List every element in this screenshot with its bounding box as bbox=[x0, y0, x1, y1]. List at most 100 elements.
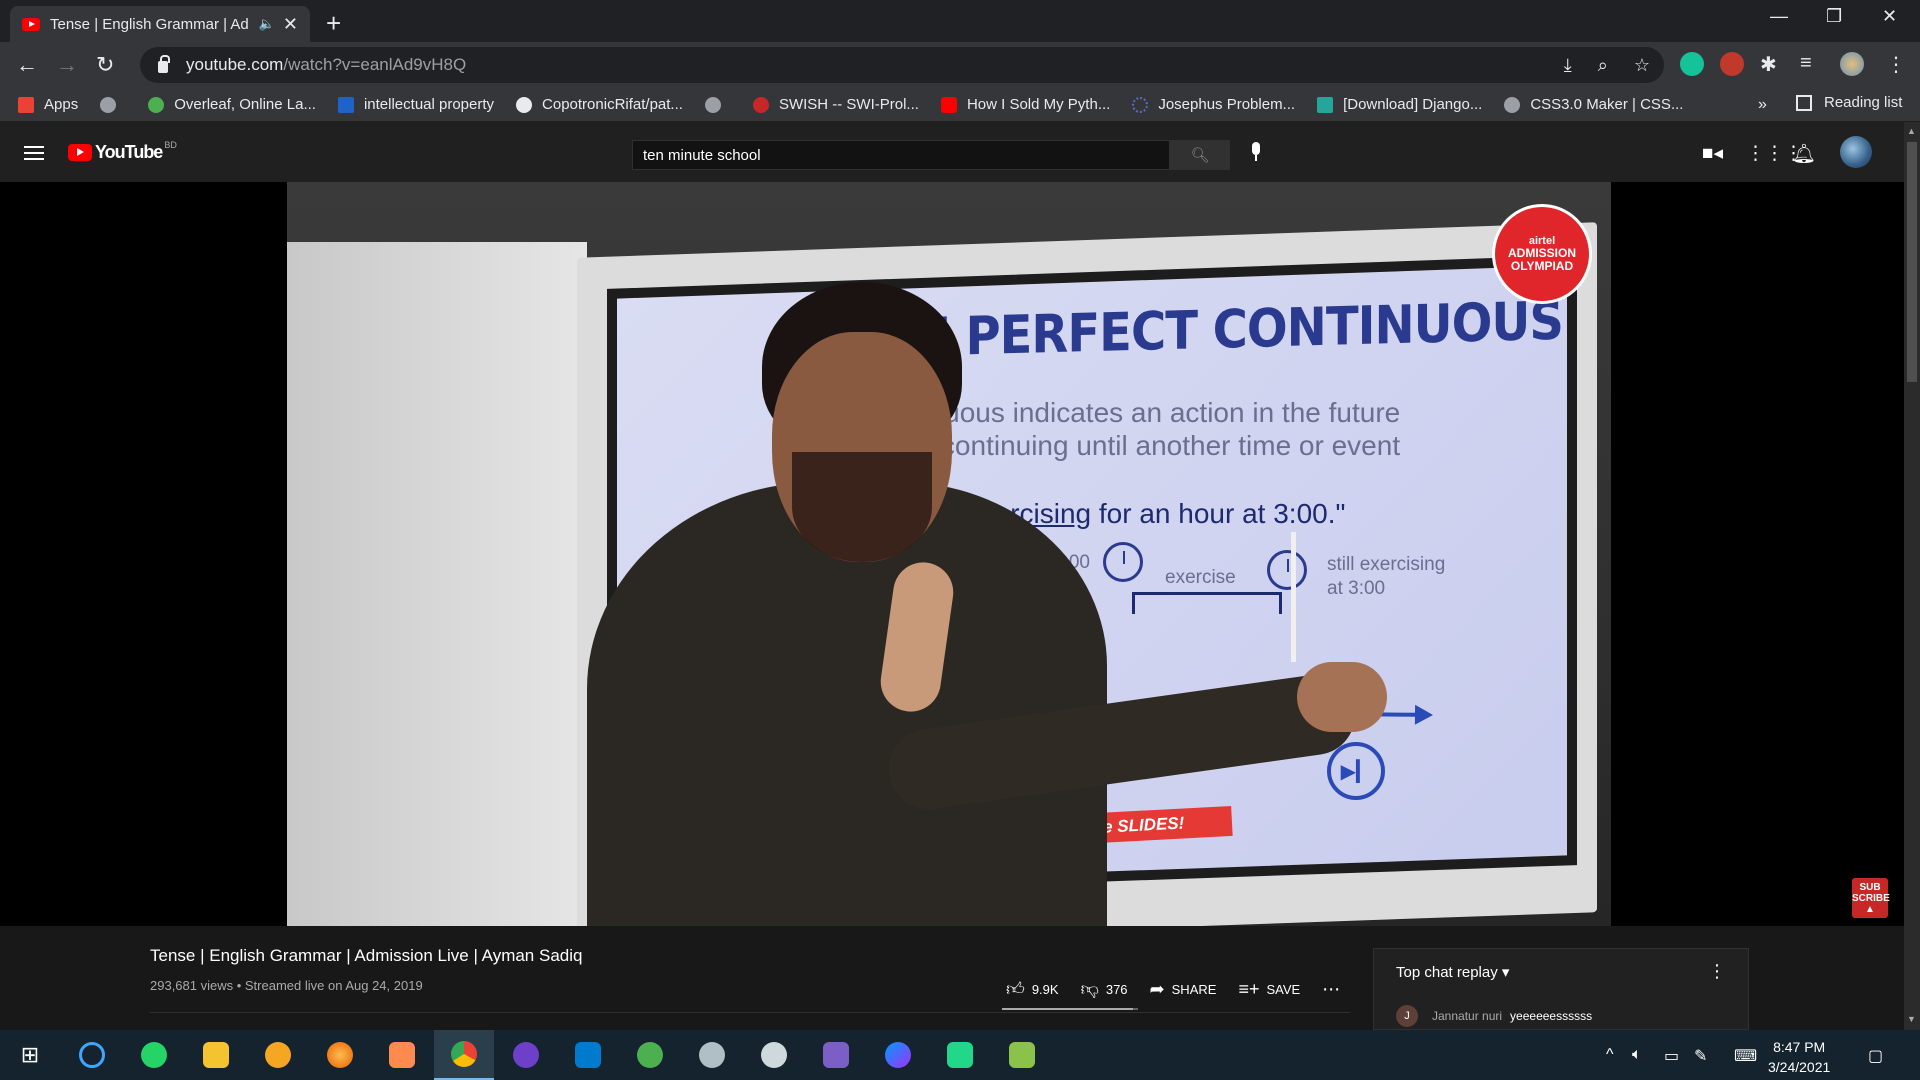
scroll-up-icon[interactable]: ▲ bbox=[1907, 126, 1916, 136]
taskbar-app[interactable] bbox=[186, 1030, 246, 1080]
browser-tab-active[interactable]: Tense | English Grammar | Ad 🔈 ✕ bbox=[10, 6, 310, 42]
close-tab-icon[interactable]: ✕ bbox=[283, 14, 298, 35]
scroll-down-icon[interactable]: ▼ bbox=[1907, 1014, 1916, 1024]
messenger-icon bbox=[885, 1042, 911, 1068]
pen-icon[interactable]: ✎ bbox=[1694, 1046, 1707, 1066]
account-avatar[interactable] bbox=[1840, 136, 1872, 168]
apps-grid-icon bbox=[18, 96, 34, 113]
hamburger-menu-icon[interactable] bbox=[24, 146, 44, 160]
dislike-button[interactable]: 👎︎ 376 bbox=[1081, 978, 1128, 1000]
window-close-icon[interactable]: ✕ bbox=[1882, 6, 1897, 27]
taskbar-app[interactable] bbox=[124, 1030, 184, 1080]
chrome-menu-icon[interactable]: ⋮ bbox=[1886, 52, 1906, 77]
bookmark-label: CSS3.0 Maker | CSS... bbox=[1530, 96, 1684, 113]
clock-icon bbox=[1103, 542, 1143, 582]
app-icon bbox=[1009, 1042, 1035, 1068]
extensions-puzzle-icon[interactable]: ✱ bbox=[1760, 52, 1777, 77]
bookmark-star-icon[interactable]: ☆ bbox=[1634, 55, 1650, 76]
profile-avatar[interactable] bbox=[1840, 52, 1864, 76]
voice-search-icon[interactable] bbox=[1244, 142, 1268, 168]
create-video-icon[interactable]: ■◂ bbox=[1702, 142, 1723, 165]
search-input[interactable]: ten minute school bbox=[632, 140, 1170, 170]
pointer-pen bbox=[1291, 532, 1296, 662]
taskbar-app[interactable] bbox=[248, 1030, 308, 1080]
back-icon[interactable]: ← bbox=[16, 52, 38, 78]
bookmark-ip[interactable]: intellectual property bbox=[337, 96, 494, 113]
bookmark-josephus[interactable]: Josephus Problem... bbox=[1132, 96, 1295, 113]
bell-icon: ▲ bbox=[1865, 904, 1875, 915]
grammarly-extension-icon[interactable] bbox=[1680, 52, 1704, 76]
app-icon bbox=[389, 1042, 415, 1068]
save-button[interactable]: ≡+ SAVE bbox=[1238, 979, 1300, 1000]
like-button[interactable]: 👍︎ 9.9K bbox=[1006, 978, 1059, 1000]
share-button[interactable]: ➦ SHARE bbox=[1150, 979, 1217, 1000]
media-control-icon[interactable]: ≡ bbox=[1800, 52, 1812, 75]
new-tab-button[interactable]: + bbox=[326, 8, 341, 39]
keyboard-icon[interactable]: ⌨ bbox=[1734, 1046, 1757, 1066]
chat-author: Jannatur nuri bbox=[1432, 1009, 1503, 1023]
page-scrollbar[interactable]: ▲ ▼ bbox=[1904, 122, 1920, 1030]
url-path: /watch?v=eanlAd9vH8Q bbox=[283, 55, 467, 74]
bookmark-django[interactable]: [Download] Django... bbox=[1317, 96, 1482, 113]
address-bar[interactable]: youtube.com/watch?v=eanlAd9vH8Q ⤓ ⌕ ☆ bbox=[140, 47, 1664, 83]
reading-list-button[interactable]: Reading list bbox=[1796, 94, 1902, 111]
bookmark-css3[interactable]: CSS3.0 Maker | CSS... bbox=[1504, 96, 1683, 113]
taskbar-app[interactable] bbox=[992, 1030, 1052, 1080]
bookmark-label: How I Sold My Pyth... bbox=[966, 96, 1111, 113]
bookmark-youtube[interactable]: How I Sold My Pyth... bbox=[940, 96, 1111, 113]
bookmark-globe-2[interactable] bbox=[704, 96, 731, 113]
exercise-label: exercise bbox=[1165, 567, 1236, 588]
chat-menu-icon[interactable]: ⋮ bbox=[1708, 961, 1726, 982]
taskbar-app[interactable] bbox=[682, 1030, 742, 1080]
taskbar-app[interactable] bbox=[310, 1030, 370, 1080]
dislike-count: 376 bbox=[1105, 981, 1128, 997]
taskbar-app[interactable] bbox=[868, 1030, 928, 1080]
restore-icon[interactable]: ❐ bbox=[1826, 6, 1842, 27]
taskbar-app[interactable] bbox=[930, 1030, 990, 1080]
lock-icon[interactable] bbox=[158, 55, 170, 73]
taskbar-app[interactable] bbox=[806, 1030, 866, 1080]
taskbar-app[interactable] bbox=[558, 1030, 618, 1080]
search-button[interactable]: 🔍︎ bbox=[1170, 140, 1230, 170]
taskbar-app[interactable] bbox=[744, 1030, 804, 1080]
more-actions-icon[interactable]: ⋯ bbox=[1322, 979, 1347, 1000]
subscribe-watermark[interactable]: SUB SCRIBE ▲ bbox=[1852, 878, 1890, 918]
loading-icon bbox=[1132, 96, 1149, 113]
windows-taskbar: ⊞ ^ 🔈︎ ▭ ✎ ⌨ 8:47 PM 3/24/2021 ▢ bbox=[0, 1030, 1920, 1080]
thumbs-up-icon: 👍︎ bbox=[1006, 979, 1025, 999]
extension-icon[interactable] bbox=[1720, 52, 1744, 76]
bookmark-globe[interactable] bbox=[100, 96, 126, 113]
zoom-icon[interactable]: ⌕ bbox=[1598, 55, 1608, 76]
audio-playing-icon[interactable]: 🔈 bbox=[259, 16, 275, 32]
scrollbar-thumb[interactable] bbox=[1907, 142, 1917, 382]
taskbar-app[interactable] bbox=[496, 1030, 556, 1080]
chat-mode-dropdown[interactable]: Top chat replay ▾ bbox=[1396, 963, 1509, 981]
bookmark-apps[interactable]: Apps bbox=[18, 96, 78, 113]
system-clock[interactable]: 8:47 PM 3/24/2021 bbox=[1768, 1037, 1830, 1077]
bookmark-overleaf[interactable]: Overleaf, Online La... bbox=[148, 96, 316, 113]
playlist-add-icon: ≡+ bbox=[1238, 978, 1260, 999]
youtube-header: YouTube BD ten minute school 🔍︎ ■◂ ⋮⋮⋮ 🔔… bbox=[0, 122, 1904, 182]
taskbar-app[interactable] bbox=[62, 1030, 122, 1080]
volume-icon[interactable]: 🔈︎ bbox=[1632, 1046, 1642, 1064]
bookmark-swish[interactable]: SWISH -- SWI-Prol... bbox=[752, 96, 919, 113]
taskbar-app[interactable] bbox=[372, 1030, 432, 1080]
start-button[interactable]: ⊞ bbox=[0, 1030, 60, 1080]
youtube-logo[interactable]: YouTube BD bbox=[68, 140, 177, 163]
bookmark-github[interactable]: CopotronicRifat/pat... bbox=[516, 96, 683, 113]
bookmarks-overflow-button[interactable]: » bbox=[1758, 96, 1767, 114]
action-center-icon[interactable]: ▢ bbox=[1868, 1046, 1883, 1066]
network-icon[interactable]: ▭ bbox=[1664, 1046, 1679, 1066]
video-title: Tense | English Grammar | Admission Live… bbox=[150, 946, 583, 965]
notifications-bell-icon[interactable]: 🔔︎ bbox=[1792, 142, 1816, 166]
tray-overflow-icon[interactable]: ^ bbox=[1606, 1046, 1614, 1064]
chat-avatar: J bbox=[1396, 1005, 1418, 1027]
install-icon[interactable]: ⤓ bbox=[1564, 55, 1572, 76]
site-icon bbox=[1317, 96, 1334, 113]
reload-icon[interactable]: ↻ bbox=[96, 52, 114, 78]
video-player[interactable]: RE PERFECT CONTINUOUS ntinuous indicates… bbox=[287, 182, 1611, 926]
minimize-icon[interactable]: — bbox=[1770, 6, 1788, 27]
taskbar-app-chrome[interactable] bbox=[434, 1030, 494, 1080]
taskbar-app[interactable] bbox=[620, 1030, 680, 1080]
forward-icon[interactable]: → bbox=[56, 52, 78, 78]
